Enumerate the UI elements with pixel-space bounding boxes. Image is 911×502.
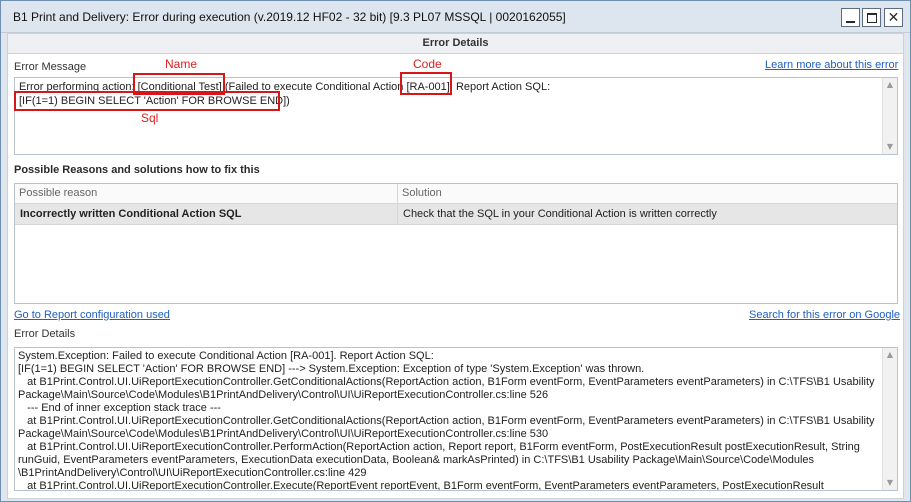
annotation-code-box xyxy=(400,72,452,95)
error-details-text: System.Exception: Failed to execute Cond… xyxy=(18,350,875,490)
maximize-button[interactable] xyxy=(862,8,881,27)
learn-more-link[interactable]: Learn more about this error xyxy=(765,59,898,71)
column-header-solution[interactable]: Solution xyxy=(398,184,897,203)
annotation-name-label: Name xyxy=(165,57,198,71)
error-message-scrollbar[interactable]: ▲ ▼ xyxy=(882,78,897,154)
error-details-textbox[interactable]: System.Exception: Failed to execute Cond… xyxy=(14,347,898,491)
error-details-label: Error Details xyxy=(14,328,76,340)
report-config-link[interactable]: Go to Report configuration used xyxy=(14,309,170,321)
scroll-down-arrow-icon[interactable]: ▼ xyxy=(883,476,897,490)
error-details-header: Error Details xyxy=(8,34,903,54)
table-row[interactable]: Incorrectly written Conditional Action S… xyxy=(15,204,897,225)
column-header-possible-reason[interactable]: Possible reason xyxy=(15,184,398,203)
close-icon: ✕ xyxy=(887,9,900,26)
reasons-grid: Possible reason Solution Incorrectly wri… xyxy=(14,183,898,304)
grid-header: Possible reason Solution xyxy=(15,184,897,204)
reasons-section-title: Possible Reasons and solutions how to fi… xyxy=(14,164,260,176)
annotation-sql-box xyxy=(14,91,280,111)
window-title: B1 Print and Delivery: Error during exec… xyxy=(13,10,566,24)
scroll-up-arrow-icon[interactable]: ▲ xyxy=(883,78,897,92)
title-bar[interactable]: B1 Print and Delivery: Error during exec… xyxy=(1,1,910,33)
solution-cell: Check that the SQL in your Conditional A… xyxy=(403,208,717,220)
scroll-down-arrow-icon[interactable]: ▼ xyxy=(883,140,897,154)
dialog-content: Error Details Error Message Learn more a… xyxy=(7,33,904,499)
minimize-button[interactable] xyxy=(841,8,860,27)
annotation-code-label: Code xyxy=(413,57,442,71)
error-message-label: Error Message xyxy=(14,61,87,73)
minimize-icon xyxy=(846,20,855,23)
reason-cell: Incorrectly written Conditional Action S… xyxy=(15,204,398,224)
annotation-sql-label: Sql xyxy=(141,111,159,125)
google-search-link[interactable]: Search for this error on Google xyxy=(749,309,900,321)
scroll-up-arrow-icon[interactable]: ▲ xyxy=(883,348,897,362)
maximize-icon xyxy=(866,12,877,23)
error-window: B1 Print and Delivery: Error during exec… xyxy=(0,0,911,502)
error-details-scrollbar[interactable]: ▲ ▼ xyxy=(882,348,897,490)
close-button[interactable]: ✕ xyxy=(884,8,903,27)
